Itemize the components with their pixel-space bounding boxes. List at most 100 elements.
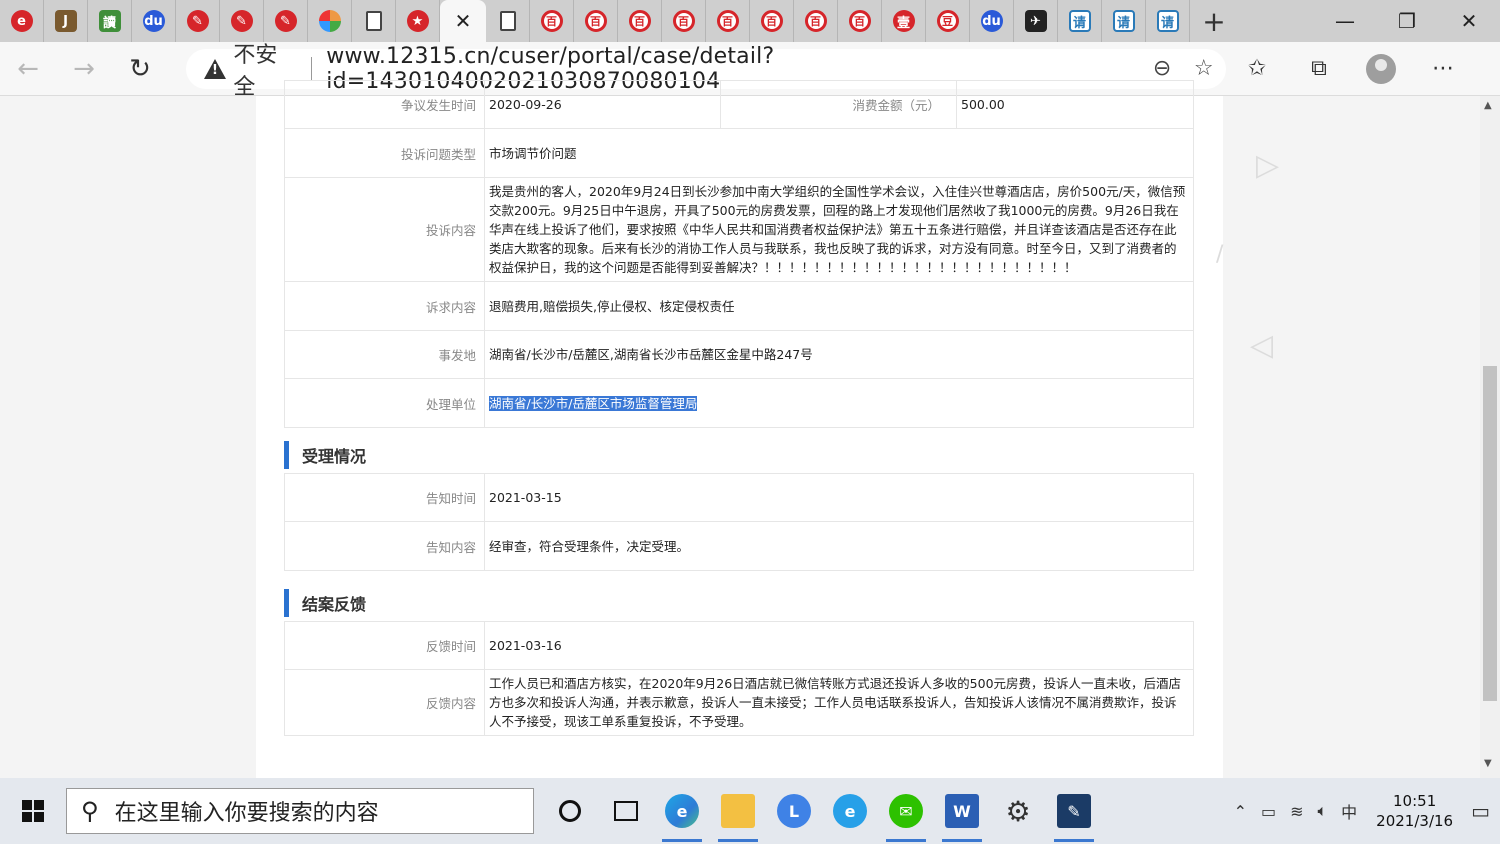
- taskbar-app-e[interactable]: e: [822, 778, 878, 844]
- document-icon: [499, 11, 516, 31]
- task-view-button[interactable]: [598, 778, 654, 844]
- l-app-icon: L: [777, 794, 811, 828]
- tab-active[interactable]: ✕: [440, 0, 486, 42]
- scroll-thumb[interactable]: [1483, 366, 1497, 701]
- add-favorite-icon[interactable]: ☆: [1181, 56, 1226, 81]
- browser-tab[interactable]: 壹: [882, 0, 926, 42]
- wechat-icon: ✉: [889, 794, 923, 828]
- browser-tab[interactable]: 百: [618, 0, 662, 42]
- decorative-triangle-icon: ▷: [1256, 148, 1280, 183]
- zoom-out-icon[interactable]: ⊖: [1143, 56, 1182, 81]
- table-row: 投诉问题类型 市场调节价问题: [284, 128, 1194, 178]
- browser-tab[interactable]: du: [970, 0, 1014, 42]
- forward-button[interactable]: →: [56, 42, 112, 96]
- ime-indicator[interactable]: 中: [1341, 799, 1357, 823]
- close-window-button[interactable]: ✕: [1438, 0, 1500, 42]
- windows-logo-icon: [34, 800, 44, 810]
- handling-unit-cell: 湖南省/长沙市/岳麓区市场监督管理局: [484, 378, 1194, 428]
- divider: [311, 56, 313, 81]
- ring-red-icon: 百: [804, 10, 827, 32]
- browser-tab[interactable]: ★: [396, 0, 440, 42]
- browser-tab[interactable]: [486, 0, 530, 42]
- taskbar-settings[interactable]: ⚙: [990, 778, 1046, 844]
- ring-red-icon: 百: [848, 10, 871, 32]
- notification-icon[interactable]: ▭: [1471, 799, 1490, 823]
- system-tray: ⌃ ▭ ≋ 🔈︎ 中 10:51 2021/3/16 ▭: [1227, 778, 1500, 844]
- wifi-icon[interactable]: ≋: [1290, 802, 1303, 821]
- browser-tab[interactable]: 请: [1058, 0, 1102, 42]
- profile-avatar[interactable]: [1366, 53, 1396, 84]
- browser-tab[interactable]: [308, 0, 352, 42]
- case-info-table: 争议发生时间 2020-09-26 消费金额（元） 500.00 投诉问题类型 …: [284, 80, 1194, 428]
- collections-icon[interactable]: ⧉: [1288, 56, 1350, 81]
- browser-tab[interactable]: 百: [574, 0, 618, 42]
- handling-unit-value[interactable]: 湖南省/长沙市/岳麓区市场监督管理局: [489, 395, 698, 411]
- close-tab-icon[interactable]: ✕: [455, 9, 472, 33]
- refresh-button[interactable]: ↻: [112, 42, 168, 96]
- taskbar-search-input[interactable]: ⚲ 在这里输入你要搜索的内容: [66, 788, 534, 834]
- back-button[interactable]: ←: [0, 42, 56, 96]
- table-row: 争议发生时间 2020-09-26 消费金额（元） 500.00: [284, 80, 1194, 129]
- scroll-up-icon[interactable]: ▲: [1484, 100, 1492, 111]
- volume-icon[interactable]: 🔈︎: [1318, 801, 1328, 821]
- search-icon: ⚲: [81, 797, 99, 825]
- browser-tab[interactable]: [352, 0, 396, 42]
- feedback-content-label: 反馈内容: [284, 669, 485, 736]
- warning-icon[interactable]: [204, 58, 227, 79]
- restore-button[interactable]: ❐: [1376, 0, 1438, 42]
- battery-icon[interactable]: ▭: [1261, 802, 1276, 821]
- browser-tab[interactable]: 百: [662, 0, 706, 42]
- table-row: 处理单位 湖南省/长沙市/岳麓区市场监督管理局: [284, 378, 1194, 428]
- browser-tab[interactable]: ✎: [176, 0, 220, 42]
- taskbar-tool[interactable]: ✎: [1046, 778, 1102, 844]
- table-row: 诉求内容 退赔费用,赔偿损失,停止侵权、核定侵权责任: [284, 281, 1194, 331]
- page-scrollbar[interactable]: ▲ ▼: [1480, 96, 1500, 778]
- table-row: 事发地 湖南省/长沙市/岳麓区,湖南省长沙市岳麓区金星中路247号: [284, 330, 1194, 379]
- browser-tab[interactable]: 豆: [926, 0, 970, 42]
- feedback-table: 反馈时间 2021-03-16 反馈内容 工作人员已和酒店方核实，在2020年9…: [284, 621, 1194, 736]
- colorful-ring-icon: [318, 10, 341, 32]
- taskbar-explorer[interactable]: [710, 778, 766, 844]
- window-controls: — ❐ ✕: [1314, 0, 1500, 42]
- windows-taskbar: ⚲ 在这里输入你要搜索的内容 e L e ✉ W ⚙ ✎ ⌃ ▭ ≋ 🔈︎ 中 …: [0, 778, 1500, 844]
- windows-logo-icon: [22, 812, 32, 822]
- scroll-down-icon[interactable]: ▼: [1484, 758, 1492, 769]
- browser-tab[interactable]: 百: [530, 0, 574, 42]
- taskbar-app-l[interactable]: L: [766, 778, 822, 844]
- browser-tab[interactable]: 讀: [88, 0, 132, 42]
- browser-tab[interactable]: J: [44, 0, 88, 42]
- red-square-icon: 壹: [892, 10, 915, 32]
- browser-tab[interactable]: 请: [1102, 0, 1146, 42]
- browser-tab[interactable]: 百: [750, 0, 794, 42]
- start-button[interactable]: [0, 778, 66, 844]
- browser-tab[interactable]: e: [0, 0, 44, 42]
- dispute-date-value: 2020-09-26: [484, 80, 721, 129]
- taskbar-word[interactable]: W: [934, 778, 990, 844]
- favorites-icon[interactable]: ✩: [1226, 56, 1288, 81]
- browser-tab[interactable]: ✈: [1014, 0, 1058, 42]
- browser-tab[interactable]: 百: [838, 0, 882, 42]
- minimize-button[interactable]: —: [1314, 0, 1376, 42]
- red-outline-icon: 豆: [936, 10, 959, 32]
- browser-tab[interactable]: 百: [706, 0, 750, 42]
- demand-label: 诉求内容: [284, 281, 485, 331]
- browser-tab[interactable]: du: [132, 0, 176, 42]
- taskbar-edge[interactable]: e: [654, 778, 710, 844]
- qing-teal-icon: 请: [1112, 10, 1135, 32]
- acceptance-section-title: 受理情况: [284, 441, 366, 469]
- feedback-time-label: 反馈时间: [284, 621, 485, 670]
- cortana-button[interactable]: [542, 778, 598, 844]
- more-menu-icon[interactable]: ⋯: [1412, 56, 1474, 81]
- new-tab-button[interactable]: +: [1190, 0, 1238, 42]
- chevron-up-icon[interactable]: ⌃: [1234, 802, 1247, 821]
- j-brown-icon: J: [54, 10, 77, 32]
- browser-tab[interactable]: 百: [794, 0, 838, 42]
- browser-tab[interactable]: 请: [1146, 0, 1190, 42]
- taskbar-wechat[interactable]: ✉: [878, 778, 934, 844]
- amount-value: 500.00: [956, 80, 1194, 129]
- gear-icon: ⚙: [1005, 794, 1031, 828]
- clock[interactable]: 10:51 2021/3/16: [1376, 791, 1453, 831]
- reading-green-icon: 讀: [98, 10, 121, 32]
- feedback-time-value: 2021-03-16: [484, 621, 1194, 670]
- pen-red-icon: ✎: [230, 10, 253, 32]
